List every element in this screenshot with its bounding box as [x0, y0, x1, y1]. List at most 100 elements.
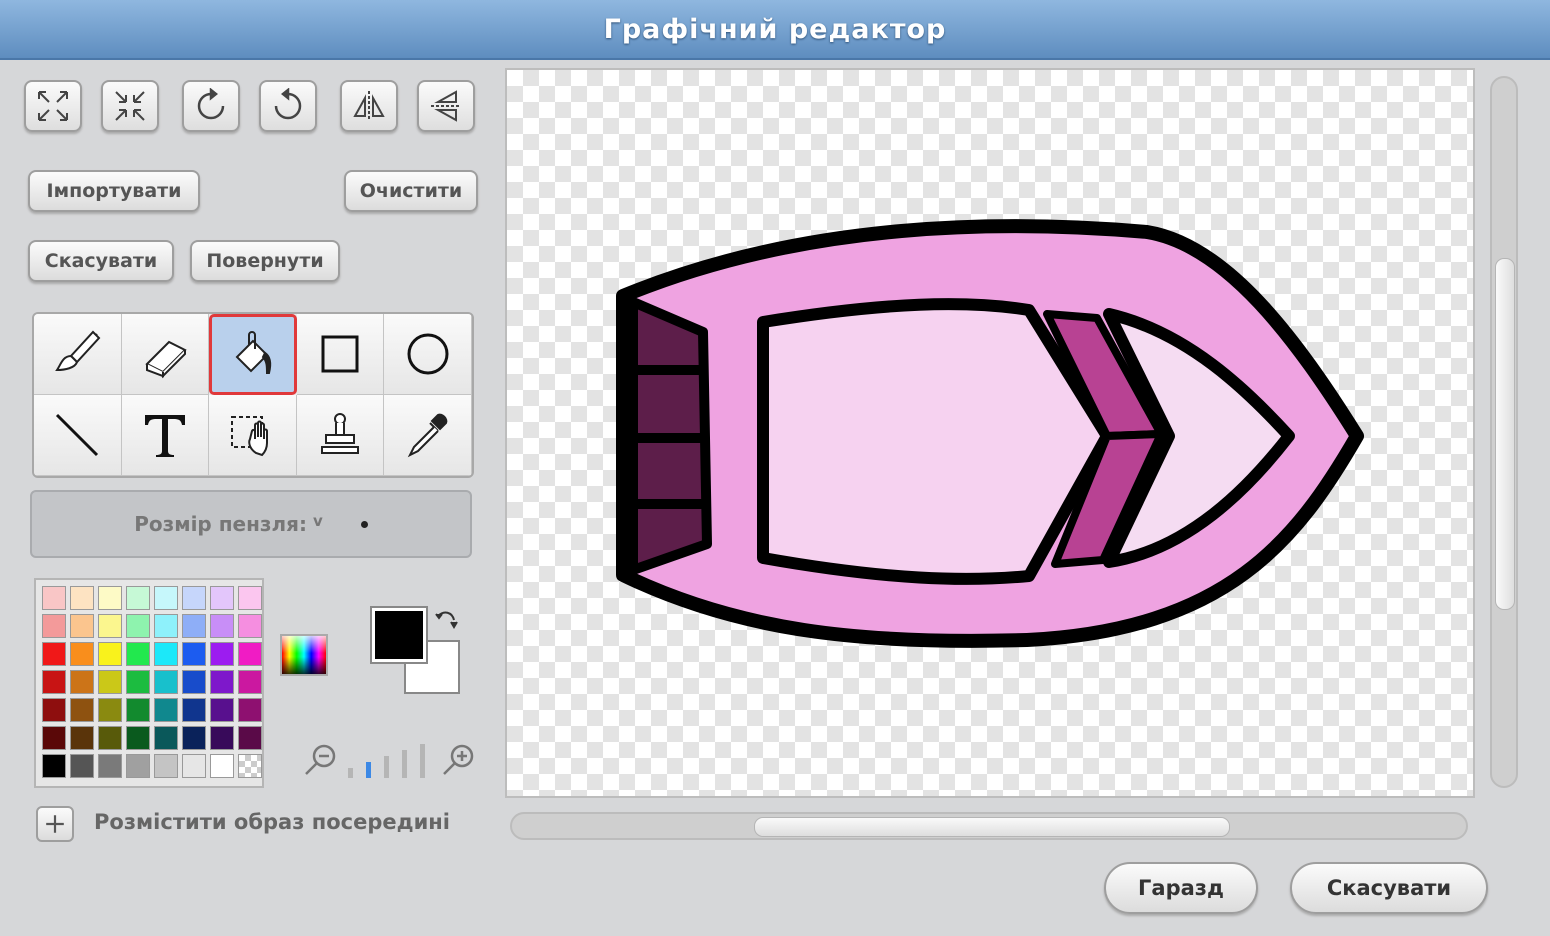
plus-icon: [46, 815, 64, 833]
horizontal-scrollbar[interactable]: [510, 812, 1468, 840]
color-swatch[interactable]: [126, 642, 150, 666]
flip-horizontal-icon: [353, 91, 385, 121]
vertical-scrollbar[interactable]: [1490, 76, 1518, 788]
color-swatch[interactable]: [42, 586, 66, 610]
color-swatch[interactable]: [70, 726, 94, 750]
rotate-right-icon: [274, 88, 302, 120]
color-swatch[interactable]: [42, 754, 66, 778]
color-swatch[interactable]: [126, 586, 150, 610]
color-swatch[interactable]: [182, 698, 206, 722]
color-swatch[interactable]: [70, 754, 94, 778]
color-swatch[interactable]: [210, 726, 234, 750]
tool-rectangle[interactable]: [296, 314, 385, 395]
zoom-bar: [384, 756, 389, 778]
color-swatch[interactable]: [210, 754, 234, 778]
color-swatch[interactable]: [42, 726, 66, 750]
tool-eraser[interactable]: [121, 314, 210, 395]
color-swatch[interactable]: [154, 642, 178, 666]
undo-button[interactable]: Скасувати: [28, 240, 174, 282]
color-swatch[interactable]: [42, 614, 66, 638]
color-swatch[interactable]: [182, 586, 206, 610]
color-swatch[interactable]: [70, 586, 94, 610]
swap-colors-icon[interactable]: [434, 608, 458, 632]
color-swatch[interactable]: [98, 670, 122, 694]
tool-eyedropper[interactable]: [384, 395, 472, 476]
color-swatch[interactable]: [98, 586, 122, 610]
vertical-scroll-thumb[interactable]: [1495, 258, 1515, 610]
color-swatch[interactable]: [98, 614, 122, 638]
color-swatch[interactable]: [182, 726, 206, 750]
color-swatch[interactable]: [182, 754, 206, 778]
color-swatch[interactable]: [98, 698, 122, 722]
stamp-icon: [321, 413, 360, 454]
window-title: Графічний редактор: [603, 13, 947, 45]
color-swatch[interactable]: [42, 698, 66, 722]
color-swatch[interactable]: [210, 670, 234, 694]
color-swatch[interactable]: [238, 754, 262, 778]
chevron-down-icon: v: [313, 512, 323, 530]
color-swatch[interactable]: [126, 698, 150, 722]
color-swatch[interactable]: [126, 726, 150, 750]
color-swatch[interactable]: [238, 726, 262, 750]
grow-button[interactable]: [24, 80, 82, 132]
color-swatch[interactable]: [154, 586, 178, 610]
color-swatch[interactable]: [238, 586, 262, 610]
color-spectrum-button[interactable]: [280, 634, 328, 676]
color-swatch[interactable]: [154, 726, 178, 750]
color-swatch[interactable]: [182, 670, 206, 694]
color-swatch[interactable]: [126, 754, 150, 778]
color-swatch[interactable]: [238, 670, 262, 694]
tool-fill[interactable]: [209, 314, 297, 395]
color-swatch[interactable]: [210, 586, 234, 610]
zoom-in-icon[interactable]: [440, 742, 476, 778]
color-swatch[interactable]: [70, 614, 94, 638]
zoom-bar: [348, 768, 353, 778]
color-swatch[interactable]: [70, 670, 94, 694]
tool-text[interactable]: [121, 395, 210, 476]
color-swatch[interactable]: [154, 614, 178, 638]
horizontal-scroll-thumb[interactable]: [754, 817, 1230, 837]
tool-brush[interactable]: [34, 314, 122, 395]
color-swatch[interactable]: [210, 614, 234, 638]
tool-stamp[interactable]: [296, 395, 385, 476]
brush-dot-icon: [360, 520, 368, 528]
import-button[interactable]: Імпортувати: [28, 170, 200, 212]
clear-button[interactable]: Очистити: [344, 170, 478, 212]
color-swatch[interactable]: [42, 670, 66, 694]
color-swatch[interactable]: [182, 642, 206, 666]
color-swatch[interactable]: [154, 698, 178, 722]
center-costume-button[interactable]: [36, 806, 74, 842]
rotate-right-button[interactable]: [259, 80, 317, 132]
color-swatch[interactable]: [98, 726, 122, 750]
color-swatch[interactable]: [210, 698, 234, 722]
color-swatch[interactable]: [238, 614, 262, 638]
color-swatch[interactable]: [42, 642, 66, 666]
color-swatch[interactable]: [154, 754, 178, 778]
flip-horizontal-button[interactable]: [340, 80, 398, 132]
drawing-canvas[interactable]: [505, 68, 1475, 798]
color-swatch[interactable]: [238, 642, 262, 666]
flip-vertical-button[interactable]: [417, 80, 475, 132]
color-swatch[interactable]: [126, 670, 150, 694]
color-swatch[interactable]: [98, 754, 122, 778]
tool-select[interactable]: [209, 395, 297, 476]
zoom-out-icon[interactable]: [302, 742, 338, 778]
tool-line[interactable]: [34, 395, 122, 476]
color-swatch[interactable]: [126, 614, 150, 638]
color-swatch[interactable]: [210, 642, 234, 666]
color-swatch[interactable]: [70, 698, 94, 722]
color-swatch[interactable]: [154, 670, 178, 694]
ok-button[interactable]: Гаразд: [1104, 862, 1258, 914]
color-swatch[interactable]: [70, 642, 94, 666]
cancel-button[interactable]: Скасувати: [1290, 862, 1488, 914]
color-swatch[interactable]: [98, 642, 122, 666]
foreground-color-swatch[interactable]: [370, 606, 428, 664]
color-swatch[interactable]: [182, 614, 206, 638]
shrink-button[interactable]: [101, 80, 159, 132]
redo-button[interactable]: Повернути: [190, 240, 340, 282]
tool-ellipse[interactable]: [384, 314, 472, 395]
shrink-icon: [115, 91, 145, 121]
rotate-left-button[interactable]: [182, 80, 240, 132]
color-swatch[interactable]: [238, 698, 262, 722]
brush-size-control[interactable]: Розмір пензля: v: [30, 490, 472, 558]
